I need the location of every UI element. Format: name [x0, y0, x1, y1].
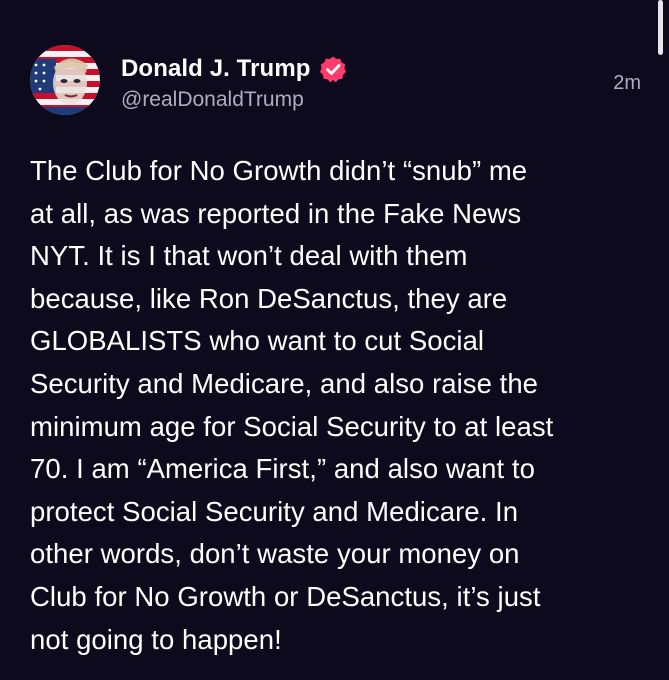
- post-timestamp[interactable]: 2m: [613, 72, 641, 95]
- verified-badge-icon: [319, 56, 346, 83]
- author-handle[interactable]: @realDonaldTrump: [121, 88, 304, 112]
- post-card: Donald J. Trump @realDonaldTrump 2m The …: [0, 0, 669, 680]
- scrollbar-thumb[interactable]: [658, 0, 663, 55]
- display-name[interactable]: Donald J. Trump: [121, 55, 311, 83]
- post-body: The Club for No Growth didn’t “snub” me …: [30, 155, 554, 655]
- author-name-row[interactable]: Donald J. Trump: [121, 52, 347, 86]
- avatar[interactable]: [30, 45, 100, 115]
